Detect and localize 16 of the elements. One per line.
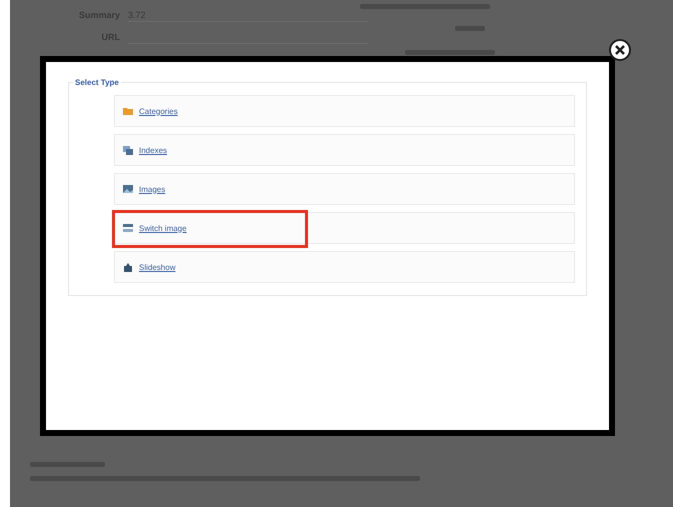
document-stack-icon	[123, 146, 133, 154]
type-link[interactable]: Switch image	[139, 224, 187, 232]
type-link[interactable]: Indexes	[139, 146, 168, 154]
slideshow-icon	[123, 262, 133, 272]
type-link[interactable]: Slideshow	[139, 262, 176, 272]
folder-icon	[123, 107, 133, 115]
type-option[interactable]: Categories	[114, 95, 575, 127]
type-option[interactable]: Slideshow	[114, 251, 575, 283]
type-link[interactable]: Images	[139, 184, 166, 194]
image-icon	[123, 224, 133, 232]
close-icon[interactable]	[608, 38, 632, 62]
type-option[interactable]: Indexes	[114, 134, 575, 166]
panel-legend: Select Type	[73, 78, 121, 87]
type-option[interactable]: Images	[114, 173, 575, 205]
image-icon	[123, 185, 133, 193]
type-link[interactable]: Categories	[139, 106, 178, 116]
